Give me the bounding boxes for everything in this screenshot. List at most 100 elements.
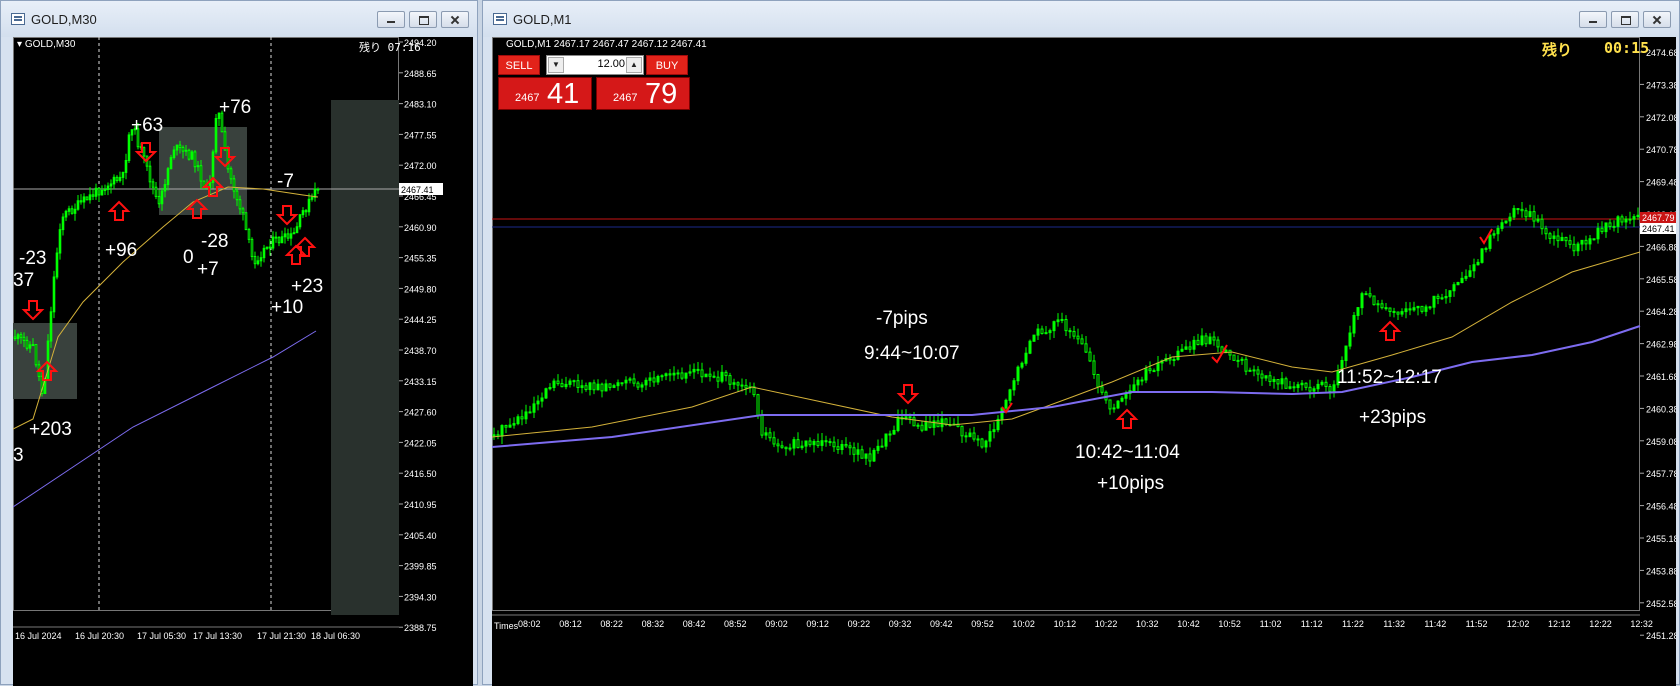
candle <box>1628 218 1632 221</box>
chart-canvas[interactable]: +63+76-7-2337+96 -280+7+23+10+20332494.20… <box>13 37 473 686</box>
candle <box>1384 307 1388 310</box>
candle <box>1136 379 1140 386</box>
maximize-button[interactable] <box>1611 11 1639 28</box>
candle <box>936 420 940 428</box>
candle <box>1284 378 1288 389</box>
sell-button[interactable]: SELL <box>498 55 540 75</box>
dropdown-triangle-icon[interactable]: ▾ <box>17 39 22 50</box>
time-axis-label: 11:22 <box>1342 619 1364 629</box>
price-axis-label: 2394.30 <box>404 592 437 602</box>
candle <box>508 424 512 428</box>
candle <box>824 440 828 443</box>
remaining-label: 残り <box>1542 41 1573 59</box>
candle <box>1072 330 1076 337</box>
candle <box>199 165 203 182</box>
candle <box>1444 296 1448 299</box>
highlight-box <box>159 127 247 215</box>
time-axis-label: 16 Jul 20:30 <box>75 631 124 641</box>
candle <box>1404 308 1408 313</box>
candle <box>820 440 824 446</box>
maximize-button[interactable] <box>409 11 437 28</box>
candle <box>142 147 146 157</box>
candle <box>1528 211 1532 218</box>
minimize-button[interactable] <box>1579 11 1607 28</box>
time-axis-label: 10:52 <box>1218 619 1241 629</box>
minimize-button[interactable] <box>377 11 405 28</box>
candle <box>1064 318 1068 332</box>
candle <box>19 334 23 338</box>
symbol-label: GOLD,M1 2467.17 2467.47 2467.12 2467.41 <box>506 39 707 50</box>
candle <box>1380 303 1384 309</box>
buy-price-button[interactable]: 2467 79 <box>596 77 690 110</box>
candle <box>1016 366 1020 382</box>
candle <box>1132 384 1136 392</box>
candle <box>648 377 652 381</box>
annotation-label: +23 <box>291 276 323 297</box>
candle <box>1388 307 1392 312</box>
candle <box>1616 216 1620 227</box>
candle <box>1152 370 1156 373</box>
candle <box>1180 348 1184 352</box>
candle <box>808 440 812 446</box>
time-axis-label: 09:52 <box>971 619 994 629</box>
candle <box>1196 339 1200 346</box>
volume-up-icon[interactable]: ▲ <box>626 57 642 73</box>
candle <box>253 255 257 265</box>
candle <box>960 425 964 437</box>
window-titlebar[interactable]: GOLD,M30 <box>1 1 477 37</box>
candle <box>1248 369 1252 372</box>
close-button[interactable] <box>1643 11 1671 28</box>
candle <box>1056 319 1060 323</box>
candle <box>1264 375 1268 379</box>
chart-window-gold-m30[interactable]: GOLD,M30 +63 +76 -7 -23 37 +96 -28 0 +7 +23 +10 +20… <box>0 0 478 686</box>
candle <box>756 394 760 416</box>
sell-price-button[interactable]: 2467 41 <box>498 77 592 110</box>
candle <box>772 437 776 445</box>
candle <box>1156 362 1160 372</box>
candle <box>28 344 32 349</box>
candle <box>55 252 59 278</box>
candle <box>316 188 320 191</box>
time-axis-label: 09:32 <box>889 619 912 629</box>
time-axis-label: 09:02 <box>765 619 788 629</box>
price-chart-m30[interactable]: +63 +76 -7 -23 37 +96 -28 0 +7 +23 +10 +203 3 2494.20… <box>13 37 473 686</box>
candle <box>310 196 314 200</box>
chart-window-gold-m1[interactable]: GOLD,M1 -7pips 9:44~10:07 10:42~11:04 +10pi… <box>482 0 1680 686</box>
candle <box>112 176 116 185</box>
candle <box>1048 330 1052 334</box>
candle <box>1192 339 1196 350</box>
candle <box>1412 307 1416 311</box>
buy-button[interactable]: BUY <box>646 55 688 75</box>
candle <box>151 181 155 188</box>
candle <box>1356 307 1360 316</box>
symbol-text: GOLD,M30 <box>24 39 76 50</box>
price-axis-label: 2410.95 <box>404 500 437 510</box>
volume-down-icon[interactable]: ▼ <box>548 57 564 73</box>
volume-field[interactable]: ▼ 12.00 ▲ <box>546 55 644 75</box>
candle <box>680 372 684 379</box>
window-titlebar[interactable]: GOLD,M1 <box>483 1 1679 37</box>
candle <box>708 373 712 377</box>
candle <box>1352 314 1356 334</box>
time-axis-label: 10:12 <box>1054 619 1077 629</box>
buy-arrow-icon <box>1115 408 1139 429</box>
candle <box>97 187 101 196</box>
time-axis-label: 16 Jul 2024 <box>15 631 62 641</box>
candle <box>100 189 104 196</box>
candle <box>1028 340 1032 354</box>
candle <box>169 157 173 170</box>
candle <box>190 151 194 160</box>
candle <box>109 183 113 187</box>
volume-value[interactable]: 12.00 <box>565 58 625 70</box>
candle <box>728 375 732 385</box>
candle <box>259 257 263 262</box>
candle <box>1460 277 1464 284</box>
candle <box>848 445 852 449</box>
price-chart-m1[interactable]: -7pips 9:44~10:07 10:42~11:04 +10pips 11:52~… <box>492 37 1676 686</box>
candle <box>1000 407 1004 420</box>
close-button[interactable] <box>441 11 469 28</box>
price-axis-label: 2422.05 <box>404 438 437 448</box>
candle <box>61 216 65 231</box>
chart-canvas[interactable]: -7pips 9:44~10:07 10:42~11:04 +10pips 11:52~… <box>492 37 1676 686</box>
candle <box>972 432 976 440</box>
